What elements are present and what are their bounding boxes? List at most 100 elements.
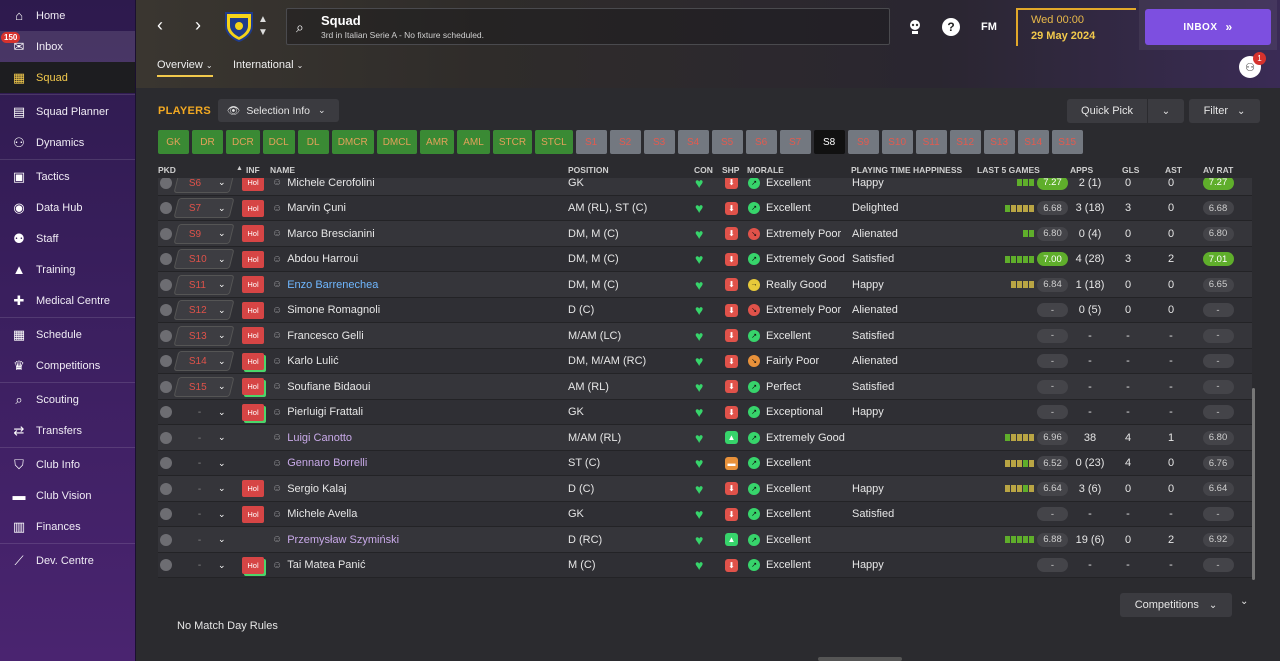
- name-cell[interactable]: ☺ Soufiane Bidaoui: [272, 374, 370, 399]
- name-cell[interactable]: ☺ Simone Romagnoli: [272, 298, 380, 323]
- position-button-dl[interactable]: DL: [297, 130, 329, 154]
- forward-arrow-icon[interactable]: ›: [188, 15, 208, 36]
- position-button-dr[interactable]: DR: [192, 130, 223, 154]
- player-name[interactable]: Michele Cerofolini: [287, 178, 374, 189]
- position-button-s12[interactable]: S12: [949, 130, 981, 154]
- sidebar-item-squad[interactable]: ▦ Squad: [0, 62, 135, 93]
- slot-dropdown-icon[interactable]: ⌄: [218, 553, 226, 578]
- name-cell[interactable]: ☺ Marvin Çuni: [272, 196, 346, 221]
- position-button-s13[interactable]: S13: [983, 130, 1015, 154]
- position-button-s10[interactable]: S10: [881, 130, 913, 154]
- sidebar-item-inbox[interactable]: ✉ Inbox 150: [0, 31, 135, 62]
- tab-overview[interactable]: Overview ⌄: [157, 59, 213, 77]
- player-name[interactable]: Marvin Çuni: [287, 202, 346, 214]
- table-row[interactable]: S7 ⌄ Hol ☺ Marvin Çuni AM (RL), ST (C) ♥ ⬇ ↗ Exce…: [158, 195, 1252, 221]
- sort-asc-icon[interactable]: ▲: [236, 165, 243, 172]
- pick-check-icon[interactable]: [160, 329, 172, 342]
- col-avrat[interactable]: AV RAT: [1203, 165, 1233, 175]
- table-row[interactable]: S15 ⌄ Hol ☺ Soufiane Bidaoui AM (RL) ♥ ⬇ ↗ Perfec…: [158, 374, 1252, 400]
- position-button-aml[interactable]: AML: [457, 130, 490, 154]
- player-name[interactable]: Przemysław Szymiński: [287, 534, 399, 546]
- table-row[interactable]: S9 ⌄ Hol ☺ Marco Brescianini DM, M (C) ♥ ⬇ ↘ Extr…: [158, 221, 1252, 247]
- help-icon[interactable]: ?: [942, 18, 960, 36]
- pick-check-icon[interactable]: [160, 202, 172, 214]
- slot-dropdown-icon[interactable]: ⌄: [218, 476, 226, 501]
- col-playing-time[interactable]: PLAYING TIME HAPPINESS: [851, 165, 962, 175]
- chevron-down-icon[interactable]: ▼: [258, 28, 268, 38]
- position-button-s8[interactable]: S8: [813, 130, 845, 154]
- chevron-up-icon[interactable]: ▲: [258, 15, 268, 25]
- position-button-s3[interactable]: S3: [643, 130, 675, 154]
- player-name[interactable]: Pierluigi Frattali: [287, 406, 363, 418]
- col-con[interactable]: CON: [694, 165, 713, 175]
- col-ast[interactable]: AST: [1165, 165, 1182, 175]
- name-cell[interactable]: ☺ Abdou Harroui: [272, 247, 358, 272]
- slot-dropdown-icon[interactable]: ⌄: [218, 374, 226, 399]
- table-row[interactable]: S11 ⌄ Hol ☺ Enzo Barrenechea DM, M (C) ♥ ⬇ → Real…: [158, 272, 1252, 298]
- col-position[interactable]: POSITION: [568, 165, 609, 175]
- position-button-stcr[interactable]: STCR: [492, 130, 533, 154]
- col-last5[interactable]: LAST 5 GAMES: [977, 165, 1040, 175]
- slot-dropdown-icon[interactable]: ⌄: [218, 527, 226, 552]
- name-cell[interactable]: ☺ Gennaro Borrelli: [272, 451, 367, 476]
- pick-check-icon[interactable]: [160, 227, 172, 240]
- pick-check-icon[interactable]: [160, 559, 172, 571]
- manager-icon[interactable]: [906, 18, 924, 36]
- col-apps[interactable]: APPS: [1070, 165, 1093, 175]
- tab-international[interactable]: International ⌄: [233, 59, 303, 71]
- sidebar-item-data-hub[interactable]: ◉ Data Hub: [0, 192, 135, 223]
- player-name[interactable]: Tai Matea Panić: [287, 559, 365, 571]
- slot-dropdown-icon[interactable]: ⌄: [218, 221, 226, 246]
- position-button-s15[interactable]: S15: [1051, 130, 1083, 154]
- player-name[interactable]: Michele Avella: [287, 508, 357, 520]
- name-cell[interactable]: ☺ Marco Brescianini: [272, 221, 375, 246]
- sidebar-item-schedule[interactable]: ▦ Schedule: [0, 319, 135, 350]
- position-button-s4[interactable]: S4: [677, 130, 709, 154]
- scrollbar[interactable]: [1252, 388, 1255, 580]
- sidebar-item-scouting[interactable]: ⌕ Scouting: [0, 384, 135, 415]
- slot-dropdown-icon[interactable]: ⌄: [218, 451, 226, 476]
- sidebar-item-home[interactable]: ⌂ Home: [0, 0, 135, 31]
- sidebar-item-finances[interactable]: ▥ Finances: [0, 511, 135, 542]
- club-badge-logo[interactable]: [224, 10, 254, 43]
- slot-dropdown-icon[interactable]: ⌄: [218, 178, 226, 195]
- sidebar-item-competitions[interactable]: ♛ Competitions: [0, 350, 135, 381]
- name-cell[interactable]: ☺ Michele Avella: [272, 502, 357, 527]
- slot-dropdown-icon[interactable]: ⌄: [218, 502, 226, 527]
- table-row[interactable]: S6 ⌄ Hol ☺ Michele Cerofolini GK ♥ ⬇ ↗ Excellent H…: [158, 178, 1252, 196]
- pick-check-icon[interactable]: [160, 431, 172, 444]
- col-gls[interactable]: GLS: [1122, 165, 1139, 175]
- pick-check-icon[interactable]: [160, 457, 172, 469]
- name-cell[interactable]: ☺ Tai Matea Panić: [272, 553, 365, 578]
- table-row[interactable]: - ⌄ ☺ Gennaro Borrelli ST (C) ♥ ▬ ↗ Excellent 6.5…: [158, 450, 1252, 476]
- table-row[interactable]: S10 ⌄ Hol ☺ Abdou Harroui DM, M (C) ♥ ⬇ ↗ Extreme…: [158, 246, 1252, 272]
- sidebar-item-club-info[interactable]: ⛉ Club Info: [0, 449, 135, 480]
- fm-menu-icon[interactable]: FM: [978, 18, 1000, 36]
- position-button-amr[interactable]: AMR: [420, 130, 455, 154]
- position-button-s2[interactable]: S2: [609, 130, 641, 154]
- search-box[interactable]: ⌕ Squad 3rd in Italian Serie A - No fixt…: [286, 8, 890, 45]
- player-name[interactable]: Gennaro Borrelli: [287, 457, 367, 469]
- name-cell[interactable]: ☺ Pierluigi Frattali: [272, 400, 363, 425]
- filter-button[interactable]: Filter ⌄: [1189, 99, 1260, 123]
- col-inf[interactable]: INF: [246, 165, 260, 175]
- col-pkd[interactable]: PKD: [158, 165, 176, 175]
- player-name[interactable]: Abdou Harroui: [287, 253, 358, 265]
- selection-info-button[interactable]: 👁 Selection Info ⌄: [218, 99, 339, 122]
- sidebar-item-dev-centre[interactable]: ⟋ Dev. Centre: [0, 545, 135, 576]
- sidebar-item-tactics[interactable]: ▣ Tactics: [0, 161, 135, 192]
- position-button-s1[interactable]: S1: [575, 130, 607, 154]
- table-row[interactable]: - ⌄ Hol ☺ Michele Avella GK ♥ ⬇ ↗ Excellent Satisf…: [158, 501, 1252, 527]
- table-row[interactable]: S14 ⌄ Hol ☺ Karlo Lulić DM, M/AM (RC) ♥ ⬇ ↘ Fairl…: [158, 348, 1252, 374]
- table-row[interactable]: - ⌄ Hol ☺ Tai Matea Panić M (C) ♥ ⬇ ↗ Excellent Ha…: [158, 552, 1252, 578]
- position-button-s11[interactable]: S11: [915, 130, 947, 154]
- table-row[interactable]: - ⌄ Hol ☺ Pierluigi Frattali GK ♥ ⬇ ↗ Exceptional…: [158, 399, 1252, 425]
- pick-check-icon[interactable]: [160, 508, 172, 520]
- col-name[interactable]: NAME: [270, 165, 295, 175]
- bottom-scroll-handle[interactable]: [818, 657, 902, 661]
- player-name[interactable]: Simone Romagnoli: [287, 304, 380, 316]
- position-button-dmcl[interactable]: DMCL: [376, 130, 418, 154]
- sidebar-item-training[interactable]: ▲ Training: [0, 254, 135, 285]
- slot-dropdown-icon[interactable]: ⌄: [218, 272, 226, 297]
- back-arrow-icon[interactable]: ‹: [150, 15, 170, 36]
